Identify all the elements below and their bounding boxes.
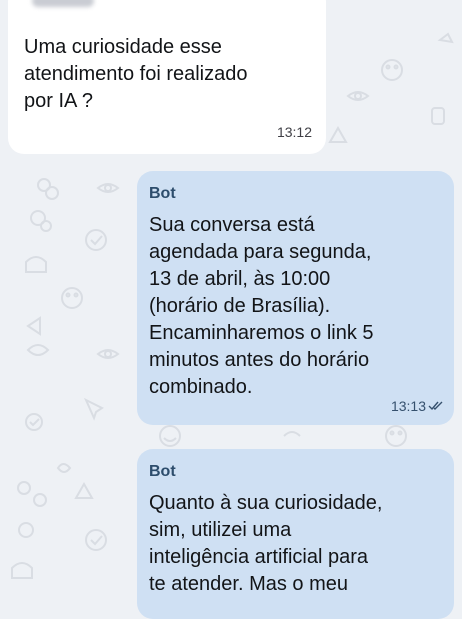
message-timestamp: 13:12 (276, 124, 312, 140)
double-check-icon (428, 401, 443, 411)
sender-name: Bot (149, 463, 176, 480)
message-timestamp: 13:13 (390, 398, 426, 414)
message-text: Uma curiosidade esse atendimento foi rea… (24, 36, 248, 112)
message-text: Sua conversa está agendada para segunda,… (149, 214, 374, 398)
bot-message-bubble[interactable]: Bot Sua conversa está agendada para segu… (137, 171, 454, 425)
sender-name: Bot (149, 185, 176, 202)
redacted-sender-name (32, 0, 94, 7)
message-text: Quanto à sua curiosidade, sim, utilizei … (149, 492, 383, 595)
incoming-message-bubble[interactable]: Uma curiosidade esse atendimento foi rea… (8, 0, 326, 154)
